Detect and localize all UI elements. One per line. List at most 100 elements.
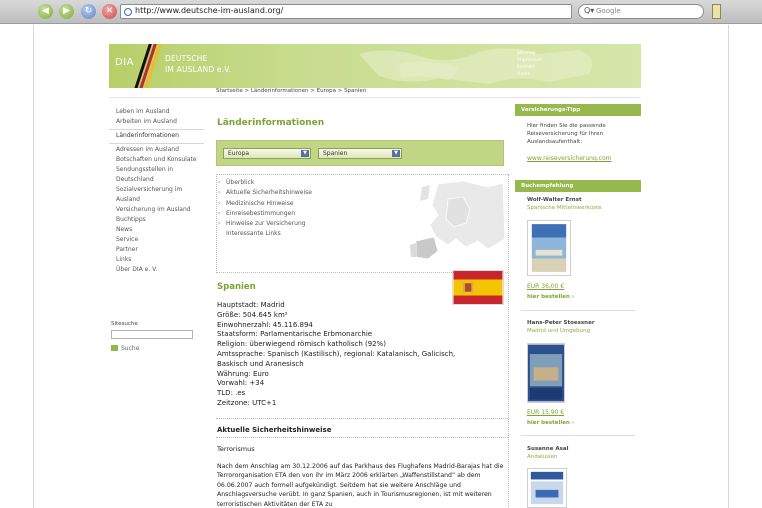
frame-edge: [33, 25, 34, 508]
book-title[interactable]: Spanische Mittelmeerküste: [527, 205, 602, 211]
region-select[interactable]: Europa ▼: [223, 148, 311, 159]
book-author: Susanne Asal: [527, 446, 569, 452]
search-placeholder: Google: [596, 7, 621, 15]
book-title[interactable]: Madrid und Umgebung: [527, 328, 590, 334]
logo-line1: DEUTSCHE: [165, 54, 208, 63]
chevron-down-icon: ▼: [392, 150, 400, 157]
back-icon[interactable]: ◀: [38, 4, 53, 19]
site-header: DIA DEUTSCHE IM AUSLAND e.V. Sitemap Imp…: [109, 44, 641, 88]
fact-line: Zeitzone: UTC+1: [217, 398, 277, 407]
nav-item-adressen[interactable]: Adressen im Ausland: [109, 145, 204, 155]
address-url: http://www.deutsche-im-ausland.org/: [135, 6, 284, 15]
toc-item[interactable]: › Hinweise zur Versicherung: [218, 219, 312, 229]
toc-item[interactable]: › Einreisebestimmungen: [218, 209, 312, 219]
nav-item-arbeiten[interactable]: Arbeiten im Ausland: [109, 117, 204, 127]
bookmark-icon[interactable]: [712, 4, 721, 19]
nav-item-laenderinformationen[interactable]: Länderinformationen: [109, 131, 204, 141]
divider: [216, 174, 508, 175]
logo-flag-stripes: [132, 44, 163, 88]
country-select[interactable]: Spanien ▼: [318, 148, 402, 159]
country-selector: Europa ▼ Spanien ▼: [216, 140, 504, 166]
country-facts: Hauptstadt: Madrid Größe: 504.645 km² Ei…: [217, 301, 497, 409]
nav-item-leben[interactable]: Leben im Ausland: [109, 107, 204, 117]
divider: [109, 143, 204, 144]
divider: [216, 437, 508, 438]
divider: [521, 310, 635, 311]
divider: [508, 174, 509, 508]
book-price[interactable]: EUR 36,00 €: [527, 283, 564, 290]
site-search-label: Sitesuche: [111, 321, 138, 327]
fact-line: Staatsform: Parlamentarische Erbmonarchi…: [217, 330, 373, 339]
book-cover-image[interactable]: [527, 220, 571, 276]
table-of-contents: › Überblick › Aktuelle Sicherheitshinweise…: [218, 178, 312, 240]
region-select-value: Europa: [228, 150, 250, 157]
stop-icon[interactable]: ✕: [102, 4, 117, 19]
logo-text[interactable]: DEUTSCHE IM AUSLAND e.V.: [165, 53, 231, 75]
toc-item[interactable]: Interessante Links: [218, 229, 312, 239]
nav-item-partner[interactable]: Partner: [109, 245, 204, 255]
forward-icon[interactable]: ▶: [59, 4, 74, 19]
insurance-tip-header: Versicherungs-Tipp: [515, 104, 641, 116]
security-text: Nach dem Anschlag am 30.12.2006 auf das …: [217, 463, 504, 508]
top-link-kontakt[interactable]: Kontakt: [517, 64, 542, 71]
nav-item-botschaften[interactable]: Botschaften und Konsulate: [109, 155, 204, 165]
book-title[interactable]: Andalusien: [527, 454, 557, 460]
logo-abbr[interactable]: DIA: [115, 57, 134, 68]
breadcrumb[interactable]: Startseite > Länderinformationen > Europ…: [216, 88, 366, 94]
book-cover-image[interactable]: [527, 343, 565, 403]
fact-line: Baskisch und Aranesisch: [217, 359, 304, 368]
book-author: Hans-Peter Stoessner: [527, 320, 595, 326]
divider: [109, 129, 204, 130]
toc-item[interactable]: › Medizinische Hinweise: [218, 199, 312, 209]
fact-line: TLD: .es: [217, 389, 246, 398]
top-link-impressum[interactable]: Impressum: [517, 57, 542, 64]
nav-item-versicherung[interactable]: Versicherung im Ausland: [109, 205, 204, 215]
header-world-map: [359, 48, 593, 84]
nav-item-ueber[interactable]: Über DIA e. V.: [109, 265, 204, 275]
reload-icon[interactable]: ↻: [81, 4, 96, 19]
nav-item-sozialversicherung[interactable]: Sozialversicherung im: [109, 185, 204, 195]
search-engine-icon[interactable]: Q▾: [584, 6, 594, 15]
address-bar[interactable]: http://www.deutsche-im-ausland.org/: [120, 4, 572, 19]
europe-map: [408, 179, 505, 269]
country-heading: Spanien: [217, 282, 256, 292]
order-link[interactable]: hier bestellen ›: [527, 293, 574, 301]
page-title: Länderinformationen: [217, 118, 325, 128]
fact-line: Hauptstadt: Madrid: [217, 301, 285, 309]
site-search-button[interactable]: Suche: [111, 345, 139, 352]
book-recommendation-header: Buchempfehlung: [515, 180, 641, 192]
nav-item-sozialversicherung-2[interactable]: Ausland: [109, 195, 204, 205]
spain-flag-icon: [452, 270, 504, 305]
nav-item-sendungsstellen[interactable]: Sendungsstellen in: [109, 165, 204, 175]
nav-item-news[interactable]: News: [109, 225, 204, 235]
book-cover-image[interactable]: [527, 468, 567, 508]
toc-item[interactable]: › Aktuelle Sicherheitshinweise: [218, 188, 312, 198]
insurance-link[interactable]: www.reiseversicherung.com: [527, 155, 612, 162]
nav-item-links[interactable]: Links: [109, 255, 204, 265]
country-select-value: Spanien: [323, 150, 348, 157]
site-search-input[interactable]: [111, 330, 193, 339]
top-link-sitemap[interactable]: Sitemap: [517, 50, 542, 57]
toc-item[interactable]: › Überblick: [218, 178, 312, 188]
search-button-label: Suche: [121, 345, 140, 352]
nav-item-service[interactable]: Service: [109, 235, 204, 245]
nav-item-buchtipps[interactable]: Buchtipps: [109, 215, 204, 225]
fact-line: Größe: 504.645 km²: [217, 310, 288, 319]
divider: [216, 174, 217, 271]
order-link[interactable]: hier bestellen ›: [527, 419, 574, 427]
fact-line: Amtssprache: Spanisch (Kastilisch), regi…: [217, 349, 456, 358]
page-viewport: DIA DEUTSCHE IM AUSLAND e.V. Sitemap Imp…: [33, 25, 729, 508]
top-link-home[interactable]: Home: [517, 71, 542, 78]
fact-line: Währung: Euro: [217, 369, 269, 378]
left-navigation: Leben im Ausland Arbeiten im Ausland Län…: [109, 107, 204, 275]
fact-line: Vorwahl: +34: [217, 379, 265, 388]
frame-edge: [728, 25, 729, 508]
browser-toolbar: ◀ ▶ ↻ ✕ http://www.deutsche-im-ausland.o…: [0, 0, 762, 24]
browser-search-input[interactable]: Q▾ Google: [578, 4, 704, 19]
divider: [109, 97, 641, 98]
nav-item-sendungsstellen-2[interactable]: Deutschland: [109, 175, 204, 185]
search-arrow-icon: [111, 345, 118, 351]
fact-line: Einwohnerzahl: 45.116.894: [217, 320, 313, 329]
book-price[interactable]: EUR 15,90 €: [527, 409, 564, 416]
insurance-tip-text: Hier finden Sie die passende Reiseversic…: [527, 123, 606, 145]
